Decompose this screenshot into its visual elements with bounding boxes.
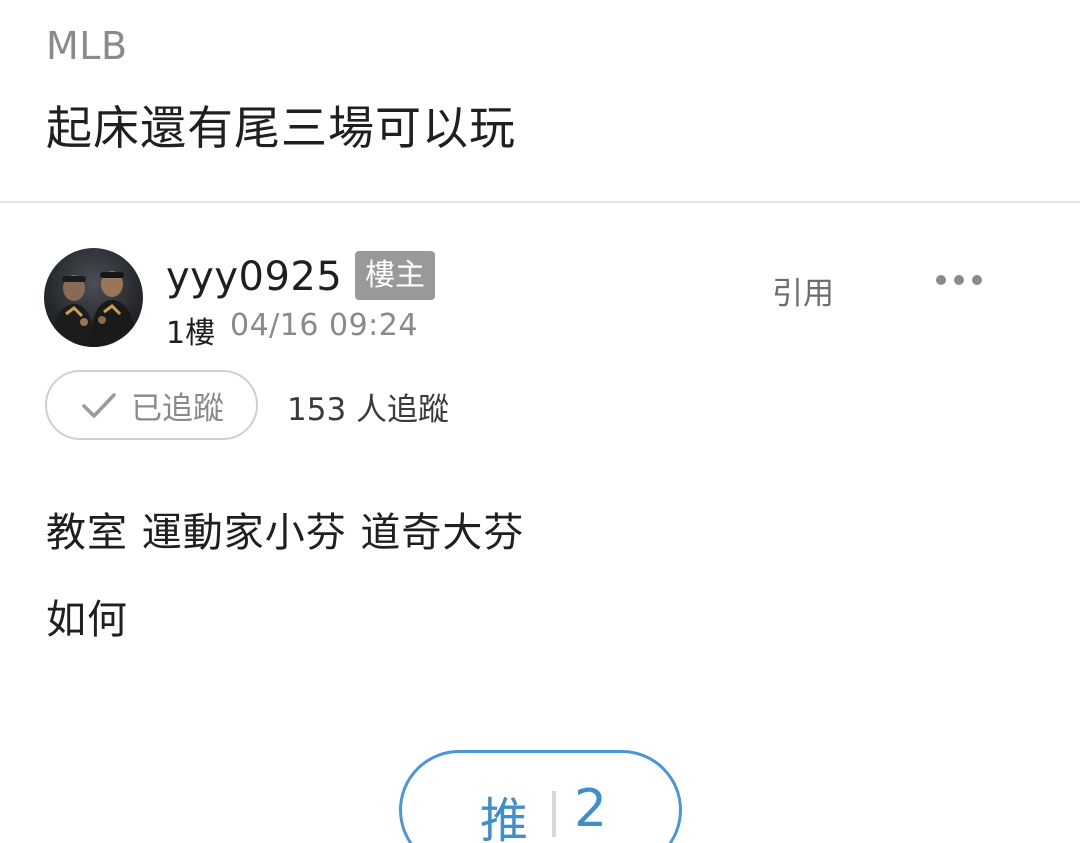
post-page: MLB 起床還有尾三場可以玩 yyy0925 樓主 1樓 04/16 09:24… [0,0,1080,843]
check-icon [82,393,116,418]
push-button[interactable]: 推 2 [399,750,682,843]
more-dots-icon[interactable] [936,268,982,292]
push-separator [552,791,556,837]
dot [954,275,964,285]
post-timestamp: 04/16 09:24 [230,308,418,343]
dot [936,275,946,285]
quote-button[interactable]: 引用 [772,268,834,313]
follower-count: 153 人追蹤 [287,392,450,428]
post-content-line: 如何 [46,597,128,643]
post-content-line: 教室 運動家小芬 道奇大芬 [46,510,525,556]
dot [972,275,982,285]
op-badge: 樓主 [355,251,435,300]
push-label: 推 [480,793,529,843]
board-name[interactable]: MLB [46,24,128,68]
floor-number: 1樓 [166,316,216,351]
follow-button-label: 已追蹤 [131,390,224,427]
avatar[interactable] [44,248,143,347]
push-count: 2 [574,779,608,839]
follow-button[interactable]: 已追蹤 [45,370,258,440]
post-title: 起床還有尾三場可以玩 [46,101,516,155]
author-username[interactable]: yyy0925 [166,254,342,300]
avatar-image [52,271,136,347]
divider [0,201,1080,203]
